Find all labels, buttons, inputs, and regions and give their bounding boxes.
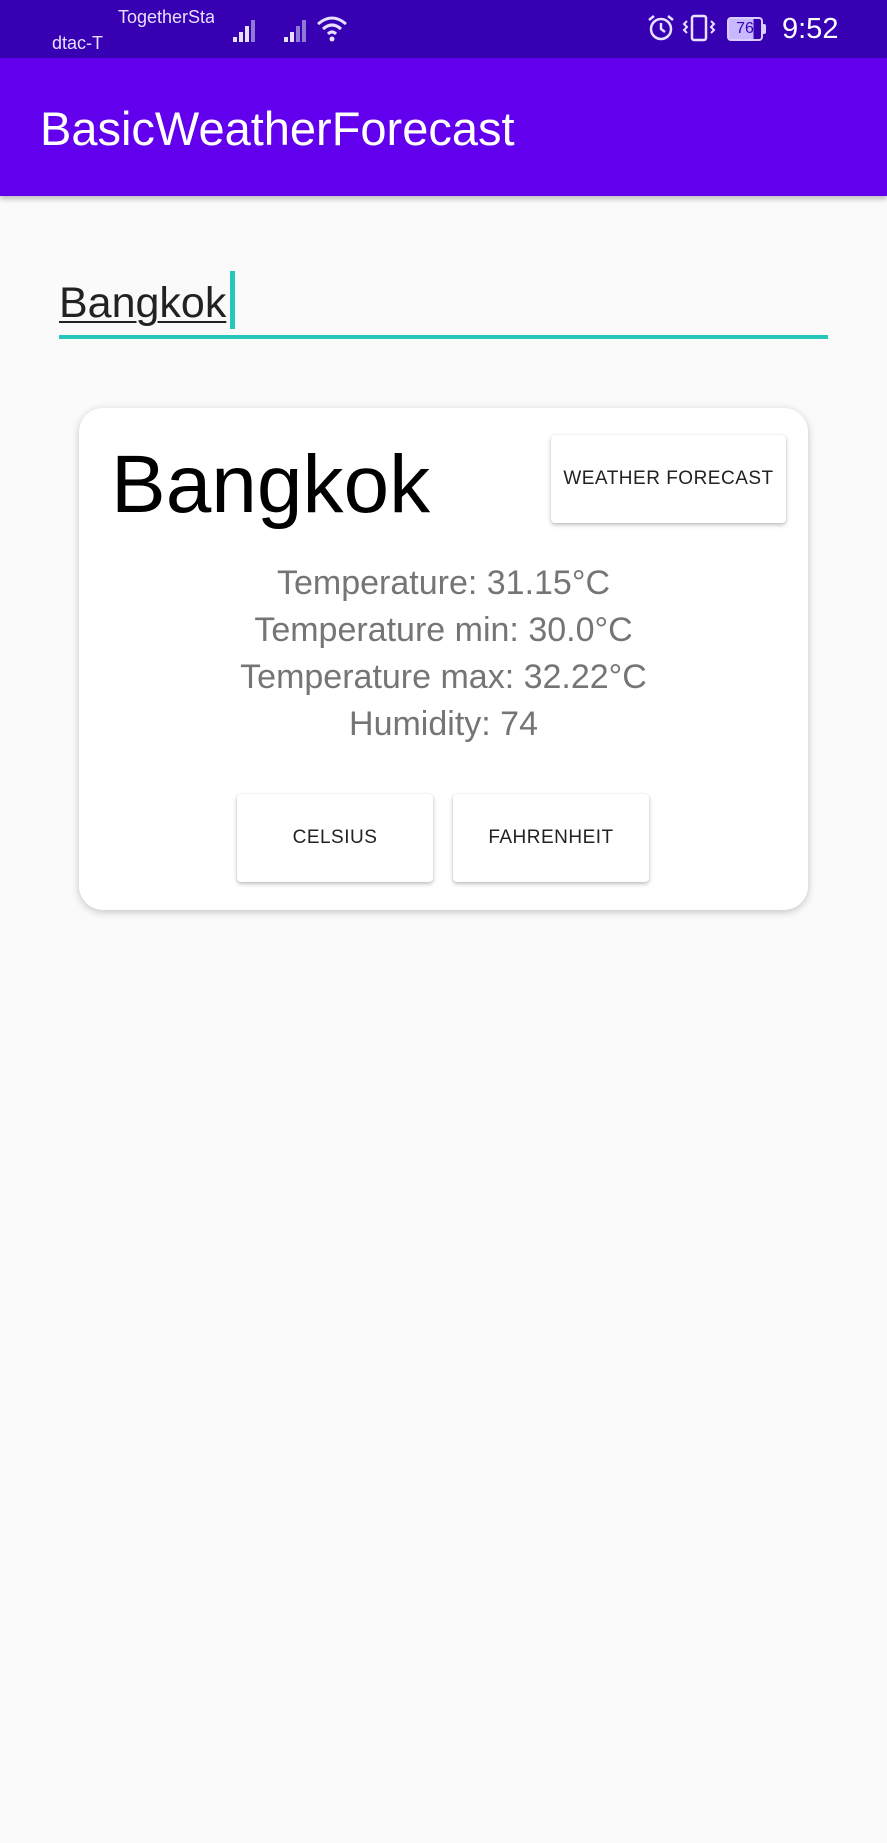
- city-search-value[interactable]: Bangkok: [59, 279, 226, 328]
- temperature-min-text: Temperature min: 30.0°C: [254, 611, 633, 649]
- humidity-text: Humidity: 74: [349, 705, 538, 743]
- carrier-secondary: TogetherSta: [118, 7, 214, 27]
- text-cursor: [230, 271, 235, 329]
- app-title: BasicWeatherForecast: [40, 102, 515, 155]
- battery-tip: [763, 24, 766, 34]
- weather-card: Bangkok WEATHER FORECAST Temperature: 31…: [79, 408, 808, 910]
- app-bar: BasicWeatherForecast: [0, 58, 887, 196]
- city-search-input[interactable]: Bangkok: [59, 263, 828, 339]
- city-name: Bangkok: [111, 439, 431, 530]
- carrier-primary: dtac-T: [52, 33, 104, 53]
- signal-icon: [233, 20, 255, 42]
- wifi-icon: [317, 16, 347, 42]
- fahrenheit-button[interactable]: FAHRENHEIT: [453, 794, 649, 882]
- clock: 9:52: [782, 13, 839, 45]
- weather-details: Temperature: 31.15°C Temperature min: 30…: [79, 560, 808, 748]
- vibrate-icon: [682, 14, 716, 42]
- signal-icon: [284, 20, 306, 42]
- alarm-icon: [648, 15, 674, 41]
- celsius-button[interactable]: CELSIUS: [237, 794, 433, 882]
- weather-forecast-button[interactable]: WEATHER FORECAST: [551, 435, 786, 523]
- battery-icon: 76: [727, 17, 763, 41]
- temperature-max-text: Temperature max: 32.22°C: [240, 658, 647, 696]
- status-bar: TogetherSta dtac-T 76 9:52: [0, 0, 887, 58]
- temperature-text: Temperature: 31.15°C: [277, 564, 610, 602]
